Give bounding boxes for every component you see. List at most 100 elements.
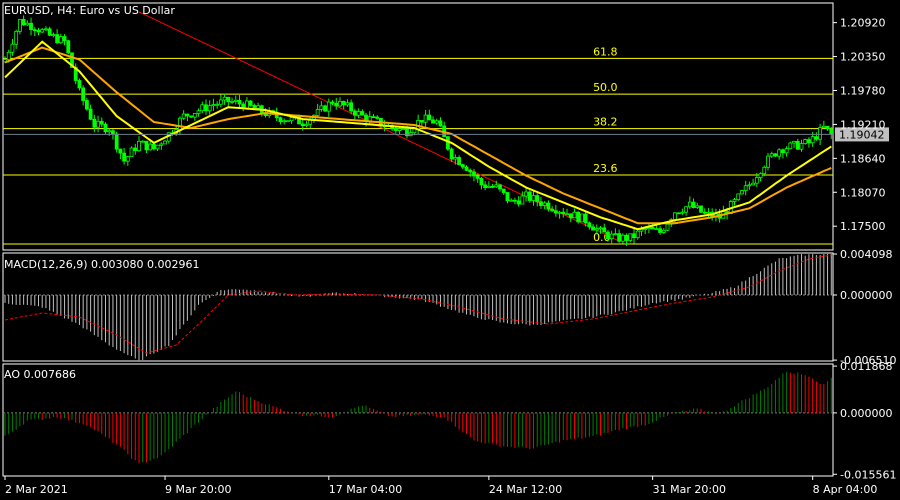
candle-body [189, 115, 193, 118]
candle [323, 104, 327, 112]
candle-body [702, 211, 707, 214]
candle-body [204, 104, 208, 112]
candle-body [676, 212, 681, 215]
candle-body [747, 184, 752, 187]
candle-body [490, 185, 495, 188]
macd-title: MACD(12,26,9) 0.003080 0.002961 [4, 258, 200, 271]
candle-body [230, 101, 234, 103]
candle-body [516, 200, 521, 205]
candle-body [114, 133, 119, 150]
candle-body [36, 30, 41, 33]
candle-body [449, 148, 454, 160]
candle-body [248, 100, 253, 106]
candle-body [706, 211, 711, 214]
candle-body [84, 100, 89, 110]
candle-body [289, 117, 294, 122]
candle-body [464, 166, 469, 171]
candle-body [673, 212, 677, 221]
candle-body [88, 108, 93, 120]
candle [129, 146, 134, 157]
candle-body [96, 120, 100, 128]
candle-body [687, 201, 692, 208]
candle-body [788, 142, 793, 150]
candle-body [527, 191, 532, 201]
candle-body [211, 104, 216, 107]
candle-body [658, 228, 662, 233]
candle-body [524, 191, 528, 197]
candle-body [624, 234, 629, 241]
candle-body [47, 28, 52, 36]
candle-body [769, 153, 774, 157]
candle-body [509, 199, 514, 202]
candle-body [539, 201, 543, 206]
candle-body [118, 148, 123, 154]
candle-body [483, 184, 488, 189]
candle-body [501, 188, 506, 193]
candle-body [144, 140, 149, 151]
candle-body [282, 120, 287, 123]
candle-body [278, 117, 283, 122]
time-tick-label: 31 Mar 20:00 [653, 483, 726, 496]
candle-body [300, 123, 305, 126]
candle-body [55, 34, 60, 44]
candle-body [29, 22, 33, 31]
candle-body [643, 228, 648, 230]
candle-body [557, 211, 562, 214]
candle-body [780, 149, 785, 154]
candle [740, 189, 744, 195]
candle-body [44, 28, 48, 31]
price-tick-label: 1.19210 [840, 118, 886, 131]
time-tick-label: 24 Mar 12:00 [489, 483, 562, 496]
candle-body [766, 155, 770, 168]
candle-body [62, 36, 67, 42]
candle [736, 193, 741, 201]
candle-body [107, 130, 112, 133]
candle-body [561, 211, 566, 215]
price-tick-label: 1.20350 [840, 51, 886, 64]
candle-body [587, 222, 592, 228]
candle-body [576, 211, 581, 223]
candle-body [505, 192, 510, 202]
candle-body [591, 226, 595, 231]
candle-body [111, 130, 115, 135]
candle-body [803, 139, 808, 145]
candle-body [345, 102, 350, 106]
candle-body [319, 105, 324, 110]
candle-body [773, 153, 778, 157]
candle-body [594, 228, 599, 231]
candle-body [799, 143, 804, 150]
candle-body [196, 110, 201, 114]
candle-body [185, 113, 190, 117]
candle-body [77, 80, 82, 89]
candle-body [222, 96, 227, 101]
candle-body [814, 136, 819, 140]
candle-body [122, 152, 127, 162]
candle-body [754, 177, 759, 184]
macd-tick-label: 0.000000 [840, 289, 893, 302]
price-tick-label: 1.18640 [840, 152, 886, 165]
candle-body [438, 120, 443, 127]
candle-body [137, 140, 141, 152]
candle-body [751, 182, 756, 186]
candle-body [427, 114, 432, 121]
candle-body [777, 149, 782, 157]
ao-tick-label: -0.015561 [840, 468, 896, 481]
candle-body [315, 109, 320, 116]
candle [665, 223, 670, 232]
candle-body [419, 120, 424, 123]
candle-body [758, 173, 763, 179]
candle-body [17, 18, 22, 32]
candle-body [151, 143, 156, 150]
fib-level-label: 23.6 [593, 162, 618, 175]
candle [103, 122, 108, 134]
candle-body [163, 140, 167, 145]
candle-body [237, 99, 242, 105]
time-tick-label: 8 Apr 04:00 [813, 483, 878, 496]
fib-level-label: 50.0 [593, 81, 618, 94]
candle-body [431, 119, 435, 124]
candle-body [498, 184, 502, 190]
candle-body [192, 113, 197, 118]
candle-body [14, 30, 19, 45]
candle-body [92, 118, 97, 128]
candle-body [25, 22, 30, 26]
